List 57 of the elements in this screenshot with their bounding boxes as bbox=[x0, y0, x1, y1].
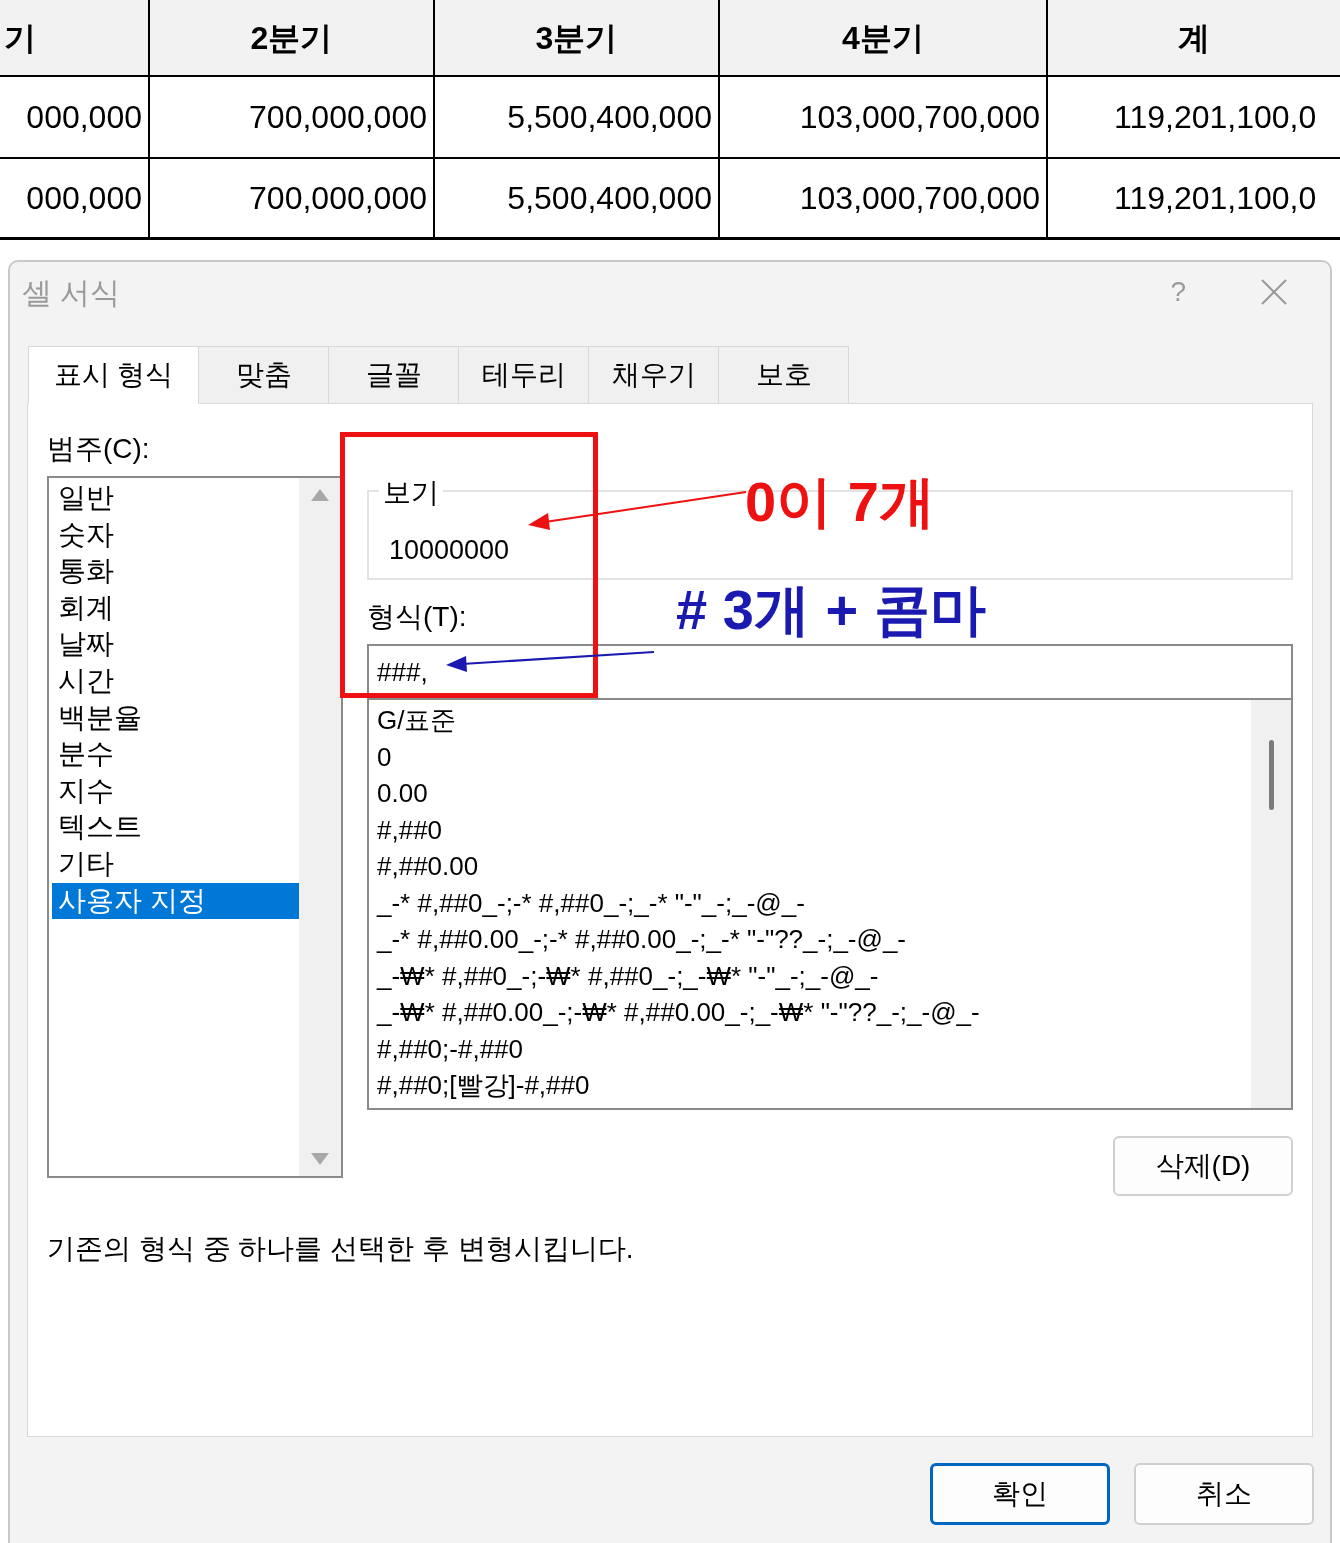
format-item[interactable]: 0 bbox=[377, 738, 1251, 775]
format-item[interactable]: #,##0.00 bbox=[377, 848, 1251, 885]
category-item[interactable]: 회계 bbox=[52, 589, 299, 627]
category-item[interactable]: 시간 bbox=[52, 662, 299, 700]
down-arrow-icon bbox=[310, 1152, 330, 1166]
format-field[interactable]: ###, bbox=[367, 644, 1293, 700]
column-header: 2분기 bbox=[148, 0, 433, 75]
category-item[interactable]: 통화 bbox=[52, 553, 299, 590]
description: 기존의 형식 중 하나를 선택한 후 변형시킵니다. bbox=[47, 1232, 635, 1266]
format-item[interactable]: _-* #,##0.00_-;-* #,##0.00_-;_-* "-"??_-;_-@_- bbox=[377, 921, 1251, 958]
category-item[interactable]: 분수 bbox=[52, 736, 299, 773]
up-arrow-icon bbox=[310, 488, 330, 502]
category-item[interactable]: 기타 bbox=[52, 845, 299, 883]
preview-value: 10000000 bbox=[389, 535, 510, 565]
column-header: 3분기 bbox=[433, 0, 718, 75]
table-cell-text: 700,000,000 bbox=[249, 98, 427, 137]
category-item[interactable]: 지수 bbox=[52, 772, 299, 810]
table-cell-text: 119,201,100,0 bbox=[1114, 179, 1317, 218]
table-cell-text: 5,500,400,000 bbox=[507, 98, 712, 137]
category-item[interactable]: 백분율 bbox=[52, 699, 299, 737]
window-title: 셀 서식 bbox=[22, 274, 121, 311]
scrollbar-thumb[interactable] bbox=[1268, 740, 1274, 810]
category-item[interactable]: 일반 bbox=[52, 480, 299, 517]
table-cell-text: 119,201,100,0 bbox=[1114, 98, 1317, 137]
table-cell-text: 103,000,700,000 bbox=[799, 98, 1040, 137]
close-icon bbox=[1260, 278, 1288, 306]
category-item[interactable]: 텍스트 bbox=[52, 809, 299, 846]
format-item[interactable]: G/표준 bbox=[377, 702, 1251, 739]
delete-button[interactable]: 삭제(D) bbox=[1113, 1136, 1293, 1196]
category-item[interactable]: 숫자 bbox=[52, 516, 299, 554]
format-item[interactable]: _-₩* #,##0_-;-₩* #,##0_-;_-₩* "-"_-;_-@_- bbox=[377, 957, 1251, 994]
column-header: 4분기 bbox=[718, 0, 1046, 75]
category-item[interactable]: 사용자 지정 bbox=[52, 882, 299, 920]
column-header: 기 bbox=[3, 18, 37, 58]
tab[interactable]: 보호 bbox=[718, 346, 849, 404]
column-header: 계 bbox=[1046, 0, 1340, 75]
format-item[interactable]: #,##0;-#,##0 bbox=[377, 1030, 1251, 1067]
table-cell-text: 5,500,400,000 bbox=[507, 179, 712, 218]
tab[interactable]: 표시 형식 bbox=[28, 346, 199, 404]
format-item[interactable]: _-₩* #,##0.00_-;-₩* #,##0.00_-;_-₩* "-"??_-;_-@_- bbox=[377, 994, 1251, 1031]
dialog-button[interactable]: 취소 bbox=[1134, 1463, 1314, 1525]
category-item[interactable]: 날짜 bbox=[52, 626, 299, 663]
table-cell-text: 000,000 bbox=[26, 179, 142, 218]
table-cell-text: 700,000,000 bbox=[249, 179, 427, 218]
scrollbar[interactable] bbox=[299, 478, 341, 1176]
category-label: 범주(C): bbox=[47, 432, 151, 466]
format-item[interactable]: #,##0;[빨강]-#,##0 bbox=[377, 1067, 1251, 1104]
table-cell-text: 103,000,700,000 bbox=[799, 179, 1040, 218]
format-item[interactable]: _-* #,##0_-;-* #,##0_-;_-* "-"_-;_-@_- bbox=[377, 884, 1251, 921]
annotation: 0이 7개 bbox=[745, 469, 935, 535]
format-label: 형식(T): bbox=[367, 600, 467, 634]
table-cell-text: 000,000 bbox=[26, 98, 142, 137]
annotation: # 3개 + 콤마 bbox=[676, 582, 986, 638]
dialog-button[interactable]: 확인 bbox=[930, 1463, 1110, 1525]
format-item[interactable]: #,##0 bbox=[377, 811, 1251, 848]
scrollbar[interactable] bbox=[1251, 700, 1291, 1108]
format-item[interactable]: 0.00 bbox=[377, 775, 1251, 812]
